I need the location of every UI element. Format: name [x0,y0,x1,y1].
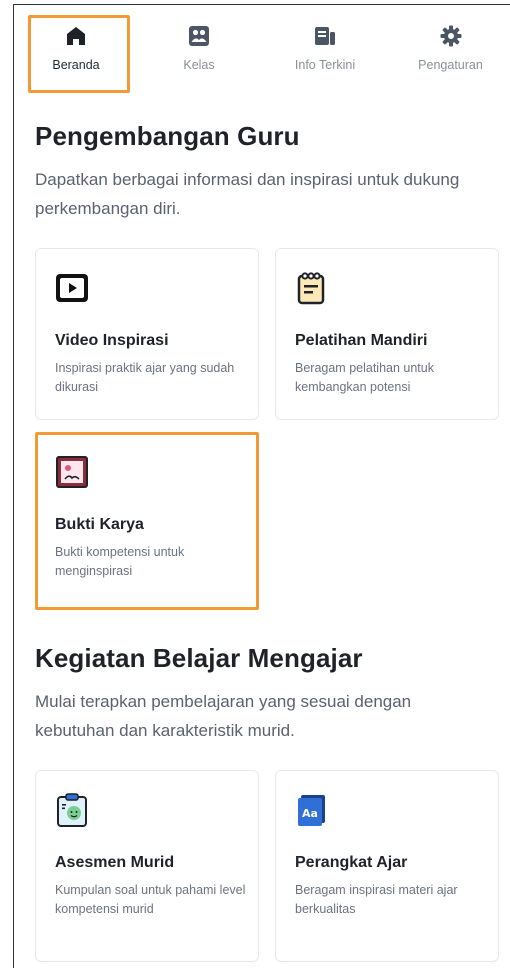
card-description: Inspirasi praktik ajar yang sudah dikura… [55,361,235,394]
book-aa-icon: Aa [295,793,329,827]
certificate-frame-icon [55,455,89,489]
nav-item-info-terkini[interactable]: Info Terkini [260,5,390,91]
card-title: Asesmen Murid [55,854,175,871]
nav-item-kelas[interactable]: Kelas [138,5,260,91]
card-description: Bukti kompetensi untuk menginspirasi [55,545,185,578]
card-asesmen-murid[interactable]: Asesmen Murid Kumpulan soal untuk pahami… [35,770,259,962]
card-title: Video Inspirasi [55,332,169,349]
home-icon [64,24,88,48]
app-screen: Beranda Kelas Info Terkini Pengaturan Pe… [13,4,510,968]
card-title: Pelatihan Mandiri [295,332,428,349]
card-video-inspirasi[interactable]: Video Inspirasi Inspirasi praktik ajar y… [35,248,259,420]
notepad-icon [295,271,329,305]
section-description: Mulai terapkan pembelajaran yang sesuai … [35,692,412,740]
nav-label: Info Terkini [294,58,356,72]
card-pelatihan-mandiri[interactable]: Pelatihan Mandiri Beragam pelatihan untu… [275,248,499,420]
nav-item-pengaturan[interactable]: Pengaturan [390,5,510,91]
nav-label: Kelas [183,58,215,72]
section-description: Dapatkan berbagai informasi dan inspiras… [35,170,460,218]
card-description: Kumpulan soal untuk pahami level kompete… [55,883,246,916]
clipboard-assessment-icon [55,793,89,827]
svg-text:Aa: Aa [302,807,318,820]
nav-label: Beranda [52,58,100,72]
nav-item-beranda[interactable]: Beranda [14,5,138,93]
section-title-pengembangan-guru: Pengembangan Guru [35,121,300,151]
card-title: Perangkat Ajar [295,854,408,871]
class-icon [187,24,211,48]
nav-label: Pengaturan [418,58,483,72]
card-perangkat-ajar[interactable]: Aa Perangkat Ajar Beragam inspirasi mate… [275,770,499,962]
card-title: Bukti Karya [55,516,144,533]
gear-icon [439,24,463,48]
card-description: Beragam pelatihan untuk kembangkan poten… [295,361,434,394]
top-navigation: Beranda Kelas Info Terkini Pengaturan [14,5,510,93]
video-play-icon [55,271,89,305]
section-title-kegiatan-belajar-mengajar: Kegiatan Belajar Mengajar [35,643,363,673]
card-bukti-karya[interactable]: Bukti Karya Bukti kompetensi untuk mengi… [35,432,259,610]
news-icon [313,24,337,48]
card-description: Beragam inspirasi materi ajar berkualita… [295,883,458,916]
